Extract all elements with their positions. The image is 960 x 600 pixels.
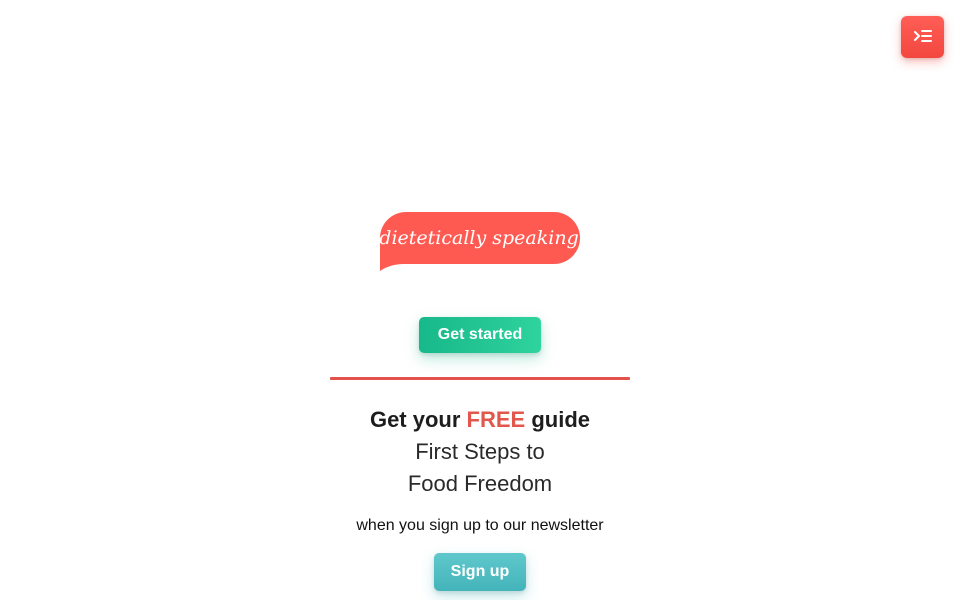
logo[interactable]: dietetically speaking xyxy=(380,211,580,273)
newsletter-text: when you sign up to our newsletter xyxy=(356,517,604,534)
guide-title-line-2: Food Freedom xyxy=(407,471,553,496)
heading-free-highlight: FREE xyxy=(466,407,526,432)
get-started-button[interactable]: Get started xyxy=(419,317,541,353)
menu-toggle-icon xyxy=(913,29,933,45)
guide-title-line-1: First Steps to xyxy=(415,439,545,464)
sign-up-button[interactable]: Sign up xyxy=(434,553,526,591)
menu-toggle-button[interactable] xyxy=(901,16,944,58)
section-divider xyxy=(330,377,630,380)
free-guide-heading: Get your FREE guide xyxy=(0,406,960,434)
page: dietetically speaking Get started Get yo… xyxy=(0,0,960,600)
heading-prefix: Get your xyxy=(369,407,461,432)
logo-text: dietetically speaking xyxy=(380,227,579,249)
heading-suffix: guide xyxy=(531,407,591,432)
